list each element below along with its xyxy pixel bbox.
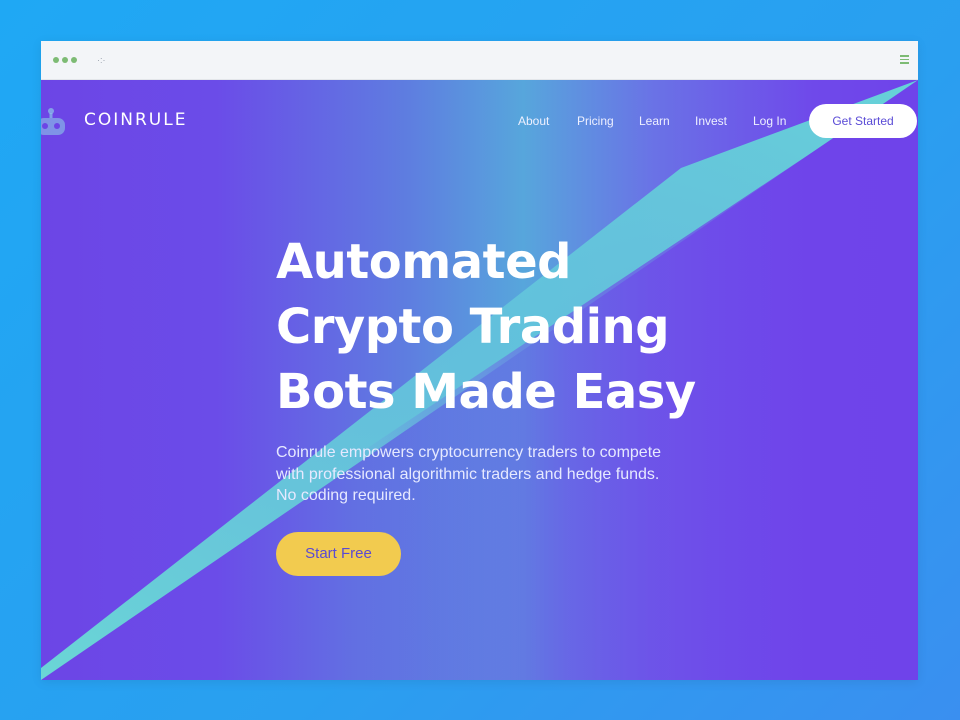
nav-about[interactable]: About [518, 114, 549, 128]
hero-subtext: Coinrule empowers cryptocurrency traders… [276, 444, 662, 504]
hero-section: COINRULE About Pricing Learn Invest Log … [41, 80, 918, 680]
hamburger-icon[interactable] [900, 55, 909, 64]
start-free-button[interactable]: Start Free [276, 532, 401, 576]
brand-logo-text[interactable]: COINRULE [84, 110, 187, 130]
nav-login[interactable]: Log In [753, 114, 786, 128]
headline-line-2: Crypto Trading [276, 299, 670, 355]
robot-icon[interactable] [41, 103, 69, 141]
maximize-dot-icon[interactable] [71, 57, 77, 63]
nav-invest[interactable]: Invest [695, 114, 727, 128]
window-controls [53, 57, 77, 63]
address-bar[interactable]: ·:· [97, 55, 106, 65]
nav-learn[interactable]: Learn [639, 114, 670, 128]
minimize-dot-icon[interactable] [62, 57, 68, 63]
browser-toolbar: ·:· [41, 41, 918, 80]
headline-line-3: Bots Made Easy [276, 364, 696, 420]
close-dot-icon[interactable] [53, 57, 59, 63]
nav-pricing[interactable]: Pricing [577, 114, 614, 128]
hero-headline: Automated Crypto Trading Bots Made Easy [276, 230, 716, 425]
browser-window: ·:· COINRULE About Pricing Learn Invest … [41, 41, 918, 680]
get-started-button[interactable]: Get Started [809, 104, 917, 138]
headline-line-1: Automated [276, 234, 572, 290]
